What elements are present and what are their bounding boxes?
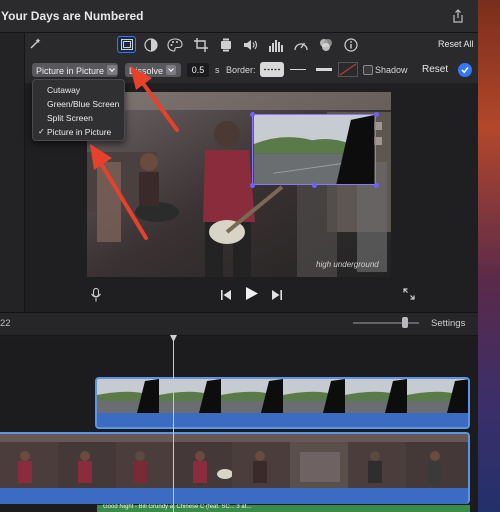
arrow-head	[130, 66, 152, 90]
border-style-thick[interactable]	[312, 62, 336, 77]
noise-reduction-eq-icon[interactable]	[268, 38, 284, 52]
video-watermark: high underground	[316, 260, 379, 269]
pip-overlay-clip[interactable]	[95, 377, 470, 429]
pip-clip-thumbnails	[97, 379, 468, 413]
speed-icon[interactable]	[293, 38, 309, 52]
adjustments-bar	[0, 33, 478, 57]
menu-item-cutaway[interactable]: Cutaway	[47, 85, 80, 95]
annotation-arrows	[90, 66, 179, 240]
reset-all-button[interactable]: Reset All	[438, 39, 474, 49]
share-icon[interactable]	[452, 9, 464, 23]
audio-clip-title: Good Night - Bill Grundy at Chinese C (f…	[103, 504, 252, 510]
resize-handle[interactable]	[250, 112, 255, 117]
main-video-clip[interactable]	[0, 432, 470, 504]
fullscreen-icon[interactable]	[403, 288, 415, 300]
skip-forward-icon[interactable]	[271, 289, 283, 301]
audio-clip[interactable]: Good Night - Bill Grundy at Chinese C (f…	[97, 504, 470, 512]
resize-handle[interactable]	[374, 183, 379, 188]
tool-video-overlay[interactable]	[117, 36, 136, 53]
timeline-settings-button[interactable]: Settings	[431, 318, 465, 329]
border-label: Border:	[226, 65, 256, 75]
dashed-line-icon	[264, 68, 280, 71]
main-clip-thumbnails	[0, 434, 468, 488]
thin-line-icon	[290, 69, 306, 70]
resize-handle[interactable]	[312, 183, 317, 188]
border-color-well[interactable]	[338, 62, 358, 77]
skip-back-icon[interactable]	[220, 289, 232, 301]
info-icon[interactable]	[343, 38, 359, 52]
volume-icon[interactable]	[243, 38, 259, 52]
border-style-thin[interactable]	[286, 62, 310, 77]
color-balance-icon[interactable]	[143, 38, 159, 52]
video-overlay-icon	[121, 39, 133, 50]
magic-wand-icon[interactable]	[28, 37, 42, 51]
arrow-shaft	[140, 80, 179, 132]
desktop-background	[478, 0, 500, 512]
project-title: Your Days are Numbered	[1, 9, 144, 23]
zoom-slider-track[interactable]	[353, 322, 419, 324]
browser-pane	[0, 33, 25, 312]
shadow-label: Shadow	[375, 65, 408, 75]
arrow-shaft	[98, 160, 148, 240]
duration-field[interactable]: 0.5	[187, 63, 209, 77]
microphone-icon[interactable]	[90, 288, 102, 302]
checkmark-icon	[461, 67, 469, 74]
thick-line-icon	[316, 68, 332, 71]
checkmark-icon: ✓	[38, 127, 45, 136]
zoom-slider-knob[interactable]	[402, 317, 408, 328]
timecode: 22	[0, 318, 11, 329]
border-style-none[interactable]	[260, 62, 284, 77]
resize-handle[interactable]	[250, 183, 255, 188]
shadow-checkbox[interactable]	[363, 65, 373, 75]
playhead[interactable]	[173, 337, 174, 512]
duration-unit: s	[215, 65, 220, 75]
play-icon[interactable]	[244, 286, 259, 301]
pip-inset[interactable]	[252, 114, 376, 185]
crop-icon[interactable]	[193, 38, 209, 52]
color-correction-icon[interactable]	[167, 38, 183, 52]
reset-button[interactable]: Reset	[422, 64, 448, 75]
apply-button[interactable]	[458, 63, 472, 77]
resize-handle[interactable]	[374, 112, 379, 117]
stabilization-icon[interactable]	[218, 38, 234, 52]
no-color-icon	[339, 63, 357, 76]
clip-filter-icon[interactable]	[318, 38, 334, 52]
